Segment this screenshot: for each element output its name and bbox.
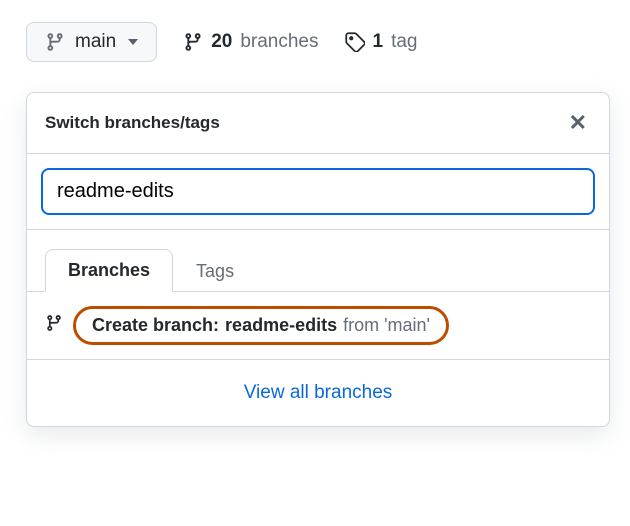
tab-branches[interactable]: Branches	[45, 249, 173, 292]
create-branch-from: from 'main'	[343, 315, 430, 336]
branches-count: 20	[211, 31, 232, 53]
branches-label: branches	[240, 31, 318, 53]
tags-label: tag	[391, 31, 417, 53]
branch-switch-popover: Switch branches/tags ✕ Branches Tags Cre…	[26, 92, 610, 427]
branch-select-button[interactable]: main	[26, 22, 157, 62]
popover-title: Switch branches/tags	[45, 113, 220, 133]
current-branch-label: main	[75, 31, 116, 53]
git-branch-icon	[183, 32, 203, 52]
filter-area	[27, 154, 609, 230]
create-branch-prefix: Create branch:	[92, 315, 219, 336]
tags-link[interactable]: 1 tag	[345, 31, 418, 53]
close-icon[interactable]: ✕	[565, 108, 591, 138]
branch-filter-input[interactable]	[41, 168, 595, 215]
branches-link[interactable]: 20 branches	[183, 31, 318, 53]
repo-topbar: main 20 branches 1 tag	[0, 0, 630, 62]
create-branch-highlight: Create branch: readme-edits from 'main'	[73, 306, 449, 345]
git-branch-icon	[45, 314, 63, 337]
caret-down-icon	[128, 39, 138, 45]
popover-header: Switch branches/tags ✕	[27, 93, 609, 154]
tags-count: 1	[373, 31, 384, 53]
tag-icon	[345, 32, 365, 52]
tab-tags[interactable]: Tags	[173, 250, 257, 292]
popover-tabs: Branches Tags	[27, 230, 609, 292]
create-branch-row[interactable]: Create branch: readme-edits from 'main'	[27, 292, 609, 360]
create-branch-name: readme-edits	[225, 315, 337, 336]
view-all-branches-link[interactable]: View all branches	[27, 360, 609, 426]
git-branch-icon	[45, 32, 65, 52]
